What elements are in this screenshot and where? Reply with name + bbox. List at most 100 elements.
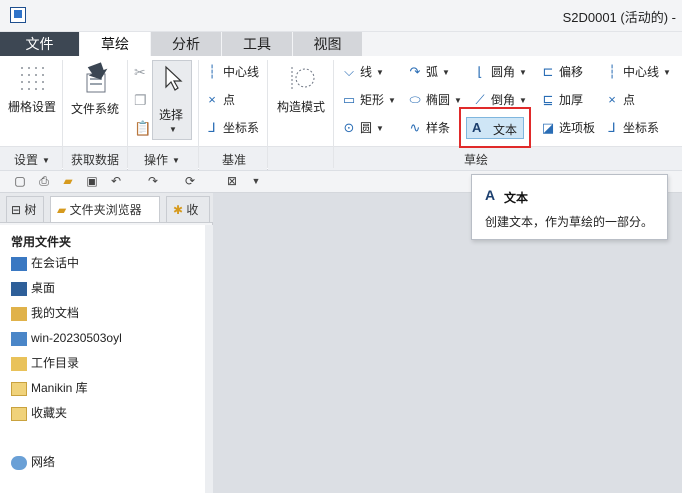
working-dir-icon bbox=[11, 356, 27, 371]
library-icon bbox=[11, 381, 27, 396]
group-label-getdata: 获取数据 bbox=[71, 153, 120, 167]
computer-icon bbox=[11, 331, 27, 346]
tab-view[interactable]: 视图 bbox=[293, 32, 363, 56]
folder-icon: ▰ bbox=[57, 203, 70, 217]
favorites-icon bbox=[11, 406, 27, 421]
point-icon: × bbox=[208, 92, 216, 107]
sketch-point-button[interactable]: × 点 bbox=[604, 90, 635, 110]
list-item[interactable]: 桌面 bbox=[11, 278, 55, 298]
text-button-highlight bbox=[459, 107, 531, 148]
ribbon-tabbar: 文件 草绘 分析 工具 视图 bbox=[0, 32, 682, 56]
paste-icon[interactable]: 📋 bbox=[134, 118, 151, 138]
arc-button[interactable]: ↷ 弧 ▼ bbox=[407, 62, 450, 82]
group-separator bbox=[62, 60, 63, 168]
select-button[interactable]: 选择 ▼ bbox=[152, 60, 192, 140]
ellipse-button[interactable]: ⬭ 椭圆 ▼ bbox=[407, 90, 462, 110]
list-item[interactable]: 在会话中 bbox=[11, 253, 79, 273]
close-window-icon[interactable]: ⊠ bbox=[224, 173, 240, 189]
regenerate-icon[interactable]: ⟳ bbox=[182, 173, 198, 189]
rectangle-icon: ▭ bbox=[342, 92, 356, 107]
tab-favorites[interactable]: ✱ 收 bbox=[166, 196, 210, 222]
group-separator bbox=[127, 60, 128, 168]
thicken-button[interactable]: ⊑ 加厚 bbox=[540, 90, 583, 110]
thicken-icon: ⊑ bbox=[542, 92, 554, 107]
app-icon[interactable] bbox=[10, 7, 26, 23]
select-label: 选择 bbox=[159, 108, 184, 122]
datum-centerline-button[interactable]: ┆ 中心线 bbox=[204, 62, 259, 82]
list-item[interactable]: 工作目录 bbox=[11, 353, 79, 373]
grid-settings-button[interactable]: 栅格设置 bbox=[4, 64, 60, 115]
grid-settings-label: 栅格设置 bbox=[7, 100, 56, 114]
tooltip: A 文本 创建文本，作为草绘的一部分。 bbox=[471, 174, 668, 240]
title-bar: S2D0001 (活动的) - bbox=[0, 0, 682, 32]
construction-mode-button[interactable]: 构造模式 bbox=[272, 64, 330, 115]
chevron-down-icon: ▼ bbox=[169, 125, 177, 134]
customize-toolbar-icon[interactable]: ▼ bbox=[248, 173, 264, 189]
group-label-settings[interactable]: 设置 ▼ bbox=[14, 151, 50, 168]
group-separator bbox=[333, 60, 334, 168]
text-icon: A bbox=[485, 187, 496, 203]
common-folders-heading: 常用文件夹 bbox=[11, 235, 72, 249]
undo-icon[interactable]: ↶ bbox=[108, 173, 124, 189]
line-button[interactable]: ⌵ 线 ▼ bbox=[341, 62, 384, 82]
list-item[interactable]: 网络 bbox=[11, 452, 55, 472]
file-system-button[interactable]: 文件系统 bbox=[66, 62, 124, 117]
list-item[interactable]: 我的文档 bbox=[11, 303, 79, 323]
datum-coord-button[interactable]: ⅃ 坐标系 bbox=[204, 118, 259, 138]
group-separator bbox=[198, 60, 199, 168]
ellipse-icon: ⬭ bbox=[409, 92, 421, 107]
open-folder-icon[interactable]: ▰ bbox=[60, 173, 76, 189]
fillet-button[interactable]: ⌊ 圆角 ▼ bbox=[472, 62, 526, 82]
coordinate-system-icon: ⅃ bbox=[608, 120, 616, 135]
tab-analysis[interactable]: 分析 bbox=[151, 32, 222, 56]
tab-model-tree[interactable]: ⊟ 树 bbox=[6, 196, 44, 222]
import-file-icon bbox=[86, 62, 108, 93]
redo-icon[interactable]: ↷ bbox=[145, 173, 161, 189]
tooltip-title: 文本 bbox=[504, 191, 529, 205]
save-icon[interactable]: ▣ bbox=[84, 173, 100, 189]
window-title: S2D0001 (活动的) - bbox=[562, 10, 676, 25]
spline-button[interactable]: ∿ 样条 bbox=[407, 118, 450, 138]
palette-icon: ◪ bbox=[541, 120, 555, 135]
tab-file[interactable]: 文件 bbox=[0, 32, 80, 56]
sketch-coord-button[interactable]: ⅃ 坐标系 bbox=[604, 118, 659, 138]
new-file-icon[interactable]: ▢ bbox=[12, 173, 28, 189]
group-label-operations[interactable]: 操作 ▼ bbox=[144, 151, 180, 168]
group-label-datum: 基准 bbox=[222, 153, 247, 167]
cut-icon[interactable]: ✂ bbox=[134, 62, 146, 82]
tab-tools[interactable]: 工具 bbox=[222, 32, 293, 56]
group-label-sketch: 草绘 bbox=[464, 153, 489, 167]
circle-button[interactable]: ⊙ 圆 ▼ bbox=[341, 118, 384, 138]
palette-button[interactable]: ◪ 选项板 bbox=[540, 118, 595, 138]
tab-sketch[interactable]: 草绘 bbox=[80, 32, 151, 56]
coordinate-system-icon: ⅃ bbox=[208, 120, 216, 135]
construction-mode-icon bbox=[291, 67, 315, 89]
list-item[interactable]: win-20230503oyl bbox=[11, 328, 122, 348]
list-item[interactable]: Manikin 库 bbox=[11, 378, 88, 398]
sketch-centerline-button[interactable]: ┆ 中心线 ▼ bbox=[604, 62, 671, 82]
spline-icon: ∿ bbox=[409, 120, 421, 135]
offset-button[interactable]: ⊏ 偏移 bbox=[540, 62, 583, 82]
navigator-scrollbar[interactable] bbox=[205, 225, 213, 493]
navigator-tabs: ⊟ 树 ▰ 文件夹浏览器 ✱ 收 bbox=[0, 193, 213, 223]
grid-icon bbox=[21, 67, 44, 90]
circle-icon: ⊙ bbox=[343, 120, 355, 135]
arc-icon: ↷ bbox=[409, 64, 421, 79]
tab-folder-browser[interactable]: ▰ 文件夹浏览器 bbox=[50, 196, 160, 222]
file-system-label: 文件系统 bbox=[70, 102, 119, 116]
cursor-arrow-icon bbox=[165, 65, 183, 91]
construction-mode-label: 构造模式 bbox=[276, 100, 325, 114]
network-icon bbox=[11, 455, 27, 470]
list-item[interactable]: 收藏夹 bbox=[11, 403, 67, 423]
print-icon[interactable]: ⎙ bbox=[36, 173, 52, 189]
line-icon: ⌵ bbox=[344, 64, 354, 79]
datum-point-button[interactable]: × 点 bbox=[204, 90, 235, 110]
rectangle-button[interactable]: ▭ 矩形 ▼ bbox=[341, 90, 396, 110]
folder-list: 常用文件夹 在会话中 桌面 我的文档 win-20230503oyl 工作目录 … bbox=[0, 225, 205, 493]
favorites-icon: ✱ bbox=[173, 203, 187, 217]
navigator-pane: ⊟ 树 ▰ 文件夹浏览器 ✱ 收 常用文件夹 在会话中 桌面 我的文档 win-… bbox=[0, 193, 213, 493]
monitor-icon bbox=[11, 256, 27, 271]
copy-icon[interactable]: ❐ bbox=[134, 90, 147, 110]
offset-icon: ⊏ bbox=[542, 64, 554, 79]
desktop-icon bbox=[11, 281, 27, 296]
